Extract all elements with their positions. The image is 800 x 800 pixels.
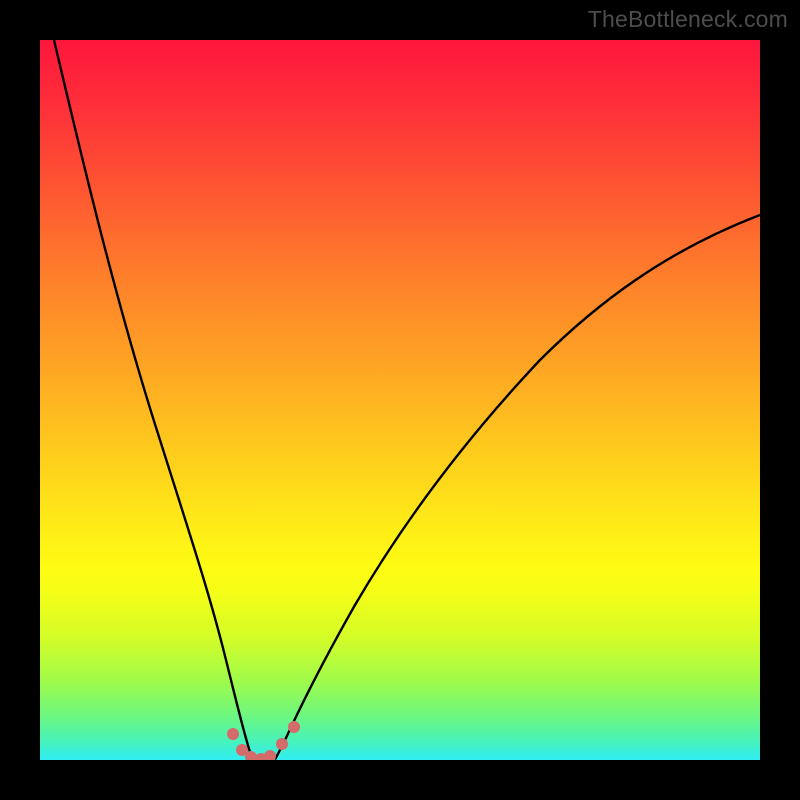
chart-frame: TheBottleneck.com [0,0,800,800]
bottom-dots [227,721,300,760]
plot-area [40,40,760,760]
watermark-text: TheBottleneck.com [588,6,788,33]
left-curve [54,40,254,759]
curve-overlay [40,40,760,760]
right-curve [275,215,760,759]
